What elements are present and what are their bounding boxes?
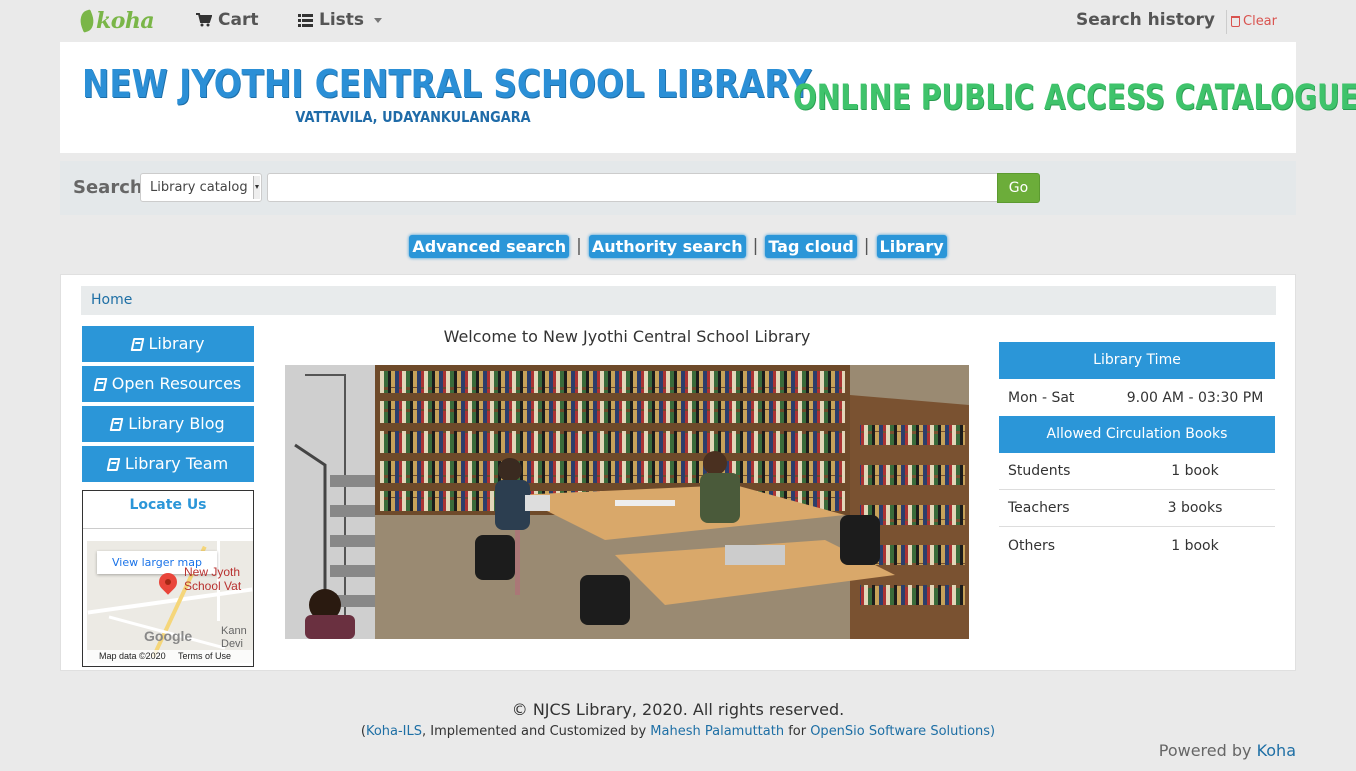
list-icon xyxy=(298,13,313,27)
banner-subtitle: VATTAVILA, UDAYANKULANGARA xyxy=(295,108,531,126)
time-days: Mon - Sat xyxy=(1008,389,1075,406)
time-hours: 9.00 AM - 03:30 PM xyxy=(1126,389,1264,406)
map-attribution: Map data ©2020 Terms of Use xyxy=(87,650,253,663)
footer-copyright: © NJCS Library, 2020. All rights reserve… xyxy=(511,700,845,719)
circ-allowed: 1 book xyxy=(1171,463,1219,479)
circ-who: Students xyxy=(1008,463,1071,479)
search-history-link[interactable]: Search history xyxy=(1076,10,1215,30)
map-place-line: Kann xyxy=(221,625,247,637)
google-logo: Google xyxy=(144,628,193,644)
cart-button[interactable]: Cart xyxy=(196,10,258,30)
sidebar-item-library-team[interactable]: Library Team xyxy=(82,446,254,482)
banner-library-name: NEW JYOTHI CENTRAL SCHOOL LIBRARY VATTAV… xyxy=(82,62,812,126)
go-button[interactable]: Go xyxy=(997,173,1040,203)
authority-search-link[interactable]: Authority search xyxy=(588,234,746,258)
banner-opac-text: ONLINE PUBLIC ACCESS CATALOGUE xyxy=(793,78,1356,118)
company-link[interactable]: OpenSio Software Solutions) xyxy=(810,724,995,739)
advanced-search-link[interactable]: Advanced search xyxy=(409,234,570,258)
koha-logo-text: koha xyxy=(96,8,155,34)
circ-who: Teachers xyxy=(1008,500,1070,516)
library-link[interactable]: Library xyxy=(876,234,947,258)
library-photo xyxy=(285,365,969,639)
map-place-line: New Jyoth xyxy=(184,565,241,579)
powered-by-text: Powered by xyxy=(1158,741,1257,760)
circ-allowed: 1 book xyxy=(1171,537,1219,554)
powered-by: Powered by Koha xyxy=(1159,741,1296,760)
circulation-header: Allowed Circulation Books xyxy=(999,416,1275,453)
table-row: Teachers 3 books xyxy=(999,490,1275,527)
trash-icon xyxy=(1231,16,1240,27)
sidebar-item-library[interactable]: Library xyxy=(82,326,254,362)
link-separator: | xyxy=(752,236,759,256)
cart-icon xyxy=(196,13,212,27)
book-icon xyxy=(93,377,108,391)
koha-link[interactable]: Koha xyxy=(1257,741,1296,760)
map-place-label: New Jyoth School Vat xyxy=(184,565,241,593)
embedded-map[interactable]: View larger map New Jyoth School Vat Kan… xyxy=(87,541,253,663)
top-navbar: koha Cart Lists Search history Clear xyxy=(0,0,1356,42)
cart-label: Cart xyxy=(218,10,259,30)
sidebar: Library Open Resources Library Blog Libr… xyxy=(82,326,254,667)
koha-logo[interactable]: koha xyxy=(77,8,155,34)
clear-label: Clear xyxy=(1243,14,1277,29)
library-time-header: Library Time xyxy=(999,342,1275,379)
quick-links: Advanced search | Authority search | Tag… xyxy=(0,233,1356,259)
search-history-label: Search history xyxy=(1075,10,1215,30)
lists-dropdown[interactable]: Lists xyxy=(298,10,383,30)
map-terms-link[interactable]: Terms of Use xyxy=(178,651,231,661)
search-label: Search xyxy=(73,177,143,198)
library-banner: NEW JYOTHI CENTRAL SCHOOL LIBRARY VATTAV… xyxy=(60,42,1356,153)
main-content: Home Library Open Resources Library Blog… xyxy=(60,274,1296,671)
footer-text: , Implemented and Customized by xyxy=(422,724,651,739)
link-separator: | xyxy=(863,236,870,256)
link-separator: | xyxy=(576,236,582,256)
library-time-row: Mon - Sat 9.00 AM - 03:30 PM xyxy=(999,379,1275,416)
map-data-text: Map data ©2020 xyxy=(99,651,166,661)
sidebar-item-library-blog[interactable]: Library Blog xyxy=(82,406,254,442)
book-icon xyxy=(130,337,144,351)
library-info-table: Library Time Mon - Sat 9.00 AM - 03:30 P… xyxy=(999,342,1275,564)
search-input[interactable] xyxy=(267,173,998,202)
clear-history-link[interactable]: Clear xyxy=(1231,14,1277,29)
author-link[interactable]: Mahesh Palamuttath xyxy=(650,724,784,739)
book-icon xyxy=(106,457,121,471)
locate-us-box: Locate Us View larger map New Jyoth Scho… xyxy=(82,490,254,667)
table-row: Others 1 book xyxy=(999,527,1275,564)
search-scope-select[interactable]: Library catalog xyxy=(140,173,262,202)
sidebar-item-label: Library Team xyxy=(124,454,229,473)
search-scope-value: Library catalog xyxy=(150,180,248,195)
welcome-heading: Welcome to New Jyothi Central School Lib… xyxy=(443,327,811,346)
sidebar-item-label: Open Resources xyxy=(111,374,242,393)
chevron-down-icon xyxy=(374,17,383,23)
footer-credits: (Koha-ILS, Implemented and Customized by… xyxy=(0,724,1356,739)
lists-label: Lists xyxy=(319,10,365,30)
library-illustration xyxy=(285,365,969,639)
map-place-label-secondary: Kann Devi xyxy=(221,625,247,651)
navbar-divider xyxy=(1226,10,1227,34)
tag-cloud-link[interactable]: Tag cloud xyxy=(765,234,857,258)
circ-who: Others xyxy=(1008,537,1056,554)
koha-leaf-icon xyxy=(77,9,97,33)
map-place-line: School Vat xyxy=(184,579,242,593)
sidebar-item-label: Library xyxy=(148,334,205,353)
search-bar: Search Library catalog Go xyxy=(60,161,1296,215)
breadcrumb-home[interactable]: Home xyxy=(91,292,132,308)
locate-us-title: Locate Us xyxy=(83,491,253,529)
sidebar-item-open-resources[interactable]: Open Resources xyxy=(82,366,254,402)
circ-allowed: 3 books xyxy=(1167,500,1223,516)
footer-text: for xyxy=(784,724,811,739)
select-arrow-icon xyxy=(253,176,260,199)
koha-ils-link[interactable]: Koha-ILS xyxy=(366,724,422,739)
banner-title: NEW JYOTHI CENTRAL SCHOOL LIBRARY xyxy=(82,62,812,106)
table-row: Students 1 book xyxy=(999,453,1275,490)
sidebar-item-label: Library Blog xyxy=(128,414,225,433)
breadcrumb: Home xyxy=(81,286,1276,315)
book-icon xyxy=(109,417,124,431)
